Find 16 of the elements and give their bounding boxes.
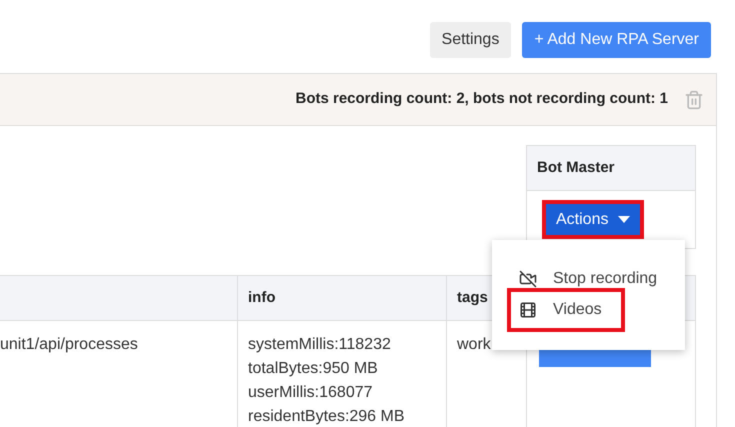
info-line: residentBytes:296 MB <box>248 407 406 427</box>
menu-item[interactable]: Stop recording <box>553 266 658 290</box>
settings-button[interactable]: Settings <box>430 22 512 58</box>
info-line: userMillis:168077 <box>248 383 374 403</box>
add-server-button[interactable]: + Add New RPA Server <box>522 22 711 58</box>
info-line: totalBytes:950 MB <box>248 359 379 379</box>
info-line: systemMillis:118232 <box>248 335 392 355</box>
table-cell: work <box>457 336 491 353</box>
film-icon <box>519 301 537 319</box>
video-off-icon <box>519 270 537 288</box>
table-header-cell: Bot Master <box>527 146 695 191</box>
recording-count: Bots recording count: 2, bots not recording count: 1 <box>295 89 668 110</box>
table-header-cell: info <box>238 276 447 320</box>
table-cell: unit1/api/processes <box>0 336 138 353</box>
caret-icon <box>618 216 630 223</box>
actions-button[interactable]: Actions <box>546 204 640 235</box>
